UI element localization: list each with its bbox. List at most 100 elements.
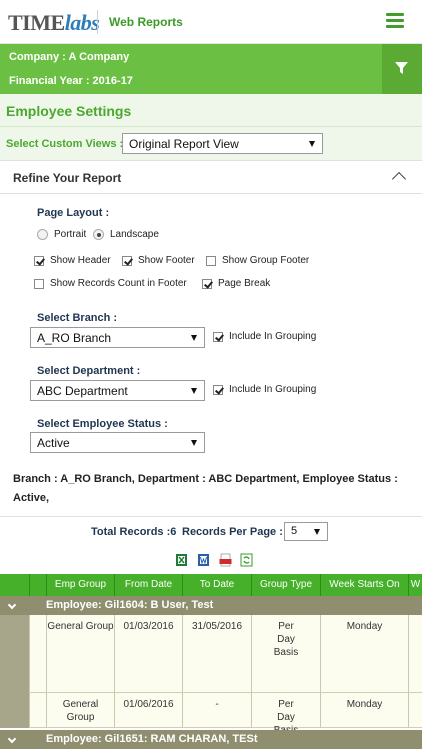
table-cell [408,693,422,727]
logo-text-time: TIME [8,10,65,35]
group-row[interactable]: Employee: Gil1604: B User, Test [0,596,422,615]
table-row[interactable]: General Group 01/06/2016 - Per Day Basis… [29,693,422,736]
column-header-blank [29,574,46,596]
landscape-label: Landscape [110,229,159,240]
branch-grouping-label: Include In Grouping [229,331,317,342]
custom-views-select[interactable]: Original Report View [122,133,323,154]
settings-title: Employee Settings [6,103,132,119]
chevron-up-icon[interactable] [391,171,407,187]
show-group-footer-option[interactable]: Show Group Footer [206,255,309,266]
custom-views-value: Original Report View [129,137,239,151]
branch-grouping-option[interactable]: Include In Grouping [213,331,316,342]
group-title: Employee: Gil1604: B User, Test [46,599,214,611]
table-cell: Per Day Basis [251,693,320,736]
show-header-checkbox[interactable] [34,255,44,266]
records-per-page-select[interactable]: 5 [284,522,328,541]
filter-button[interactable] [382,44,422,94]
records-per-page-value: 5 [291,525,298,537]
excel-icon[interactable] [175,553,188,567]
table-cell: 01/03/2016 [114,615,182,692]
show-header-label: Show Header [50,255,111,266]
table-cell: General Group [46,615,114,692]
custom-views-label: Select Custom Views : [6,138,124,150]
table-header: Emp Group From Date To Date Group Type W… [0,574,422,596]
chevron-down-icon [191,440,197,446]
radio-landscape[interactable] [93,229,104,240]
total-records: Total Records :6 [91,526,177,538]
column-header-week-starts-on[interactable]: Week Starts On [320,574,408,596]
page-break-label: Page Break [218,278,271,289]
table-cell: 01/06/2016 [114,693,182,727]
top-bar: TIMElabs Web Reports [0,0,422,44]
divider [0,516,422,517]
word-icon[interactable] [197,553,210,567]
table-cell: - [182,693,251,727]
show-header-option[interactable]: Show Header [34,255,111,266]
show-records-count-label: Show Records Count in Footer [50,278,187,289]
show-records-count-checkbox[interactable] [34,278,44,289]
portrait-label: Portrait [54,229,87,240]
records-per-page-label: Records Per Page : [182,526,283,538]
column-header-to-date[interactable]: To Date [182,574,251,596]
chevron-down-icon [309,141,315,147]
column-header-from-date[interactable]: From Date [114,574,182,596]
group-indent-strip [0,615,29,728]
table-cell: Per Day Basis [251,615,320,692]
timelabs-logo: TIMElabs [8,10,100,36]
table-cell: Monday [320,615,408,692]
table-row[interactable]: General Group 01/03/2016 31/05/2016 Per … [29,615,422,693]
page-break-option[interactable]: Page Break [202,278,270,289]
table-cell [29,693,46,727]
table-cell: General Group [46,693,114,727]
financial-year: Financial Year : 2016-17 [9,75,133,87]
branch-label: Select Branch : [37,312,118,324]
branch-value: A_RO Branch [37,331,112,345]
employee-status-label: Select Employee Status : [37,418,168,430]
column-header-emp-group[interactable]: Emp Group [46,574,114,596]
page-layout-label: Page Layout : [37,207,110,219]
logo-divider [97,10,98,34]
employee-status-value: Active [37,436,70,450]
divider [0,126,422,127]
column-header-group-type[interactable]: Group Type [251,574,320,596]
department-grouping-option[interactable]: Include In Grouping [213,384,316,395]
chevron-down-icon [191,388,197,394]
show-footer-option[interactable]: Show Footer [122,255,195,266]
employee-status-select[interactable]: Active [30,432,205,453]
table-cell [29,615,46,692]
show-group-footer-checkbox[interactable] [206,255,216,266]
refine-title: Refine Your Report [13,171,122,185]
department-label: Select Department : [37,365,141,377]
filter-summary: Branch : A_RO Branch, Department : ABC D… [13,473,398,504]
department-grouping-checkbox[interactable] [213,384,223,395]
radio-portrait[interactable] [37,229,48,240]
table-cell [408,615,422,692]
refine-bar[interactable]: Refine Your Report [0,160,422,194]
show-group-footer-label: Show Group Footer [222,255,310,266]
department-select[interactable]: ABC Department [30,380,205,401]
company-name: Company : A Company [9,51,130,63]
chevron-down-icon[interactable] [7,600,17,610]
show-footer-checkbox[interactable] [122,255,132,266]
show-records-count-option[interactable]: Show Records Count in Footer [34,278,187,289]
chevron-down-icon [314,529,320,535]
filter-icon [395,62,408,74]
column-header-w[interactable]: W [408,574,422,596]
app-title: Web Reports [109,15,183,29]
department-value: ABC Department [37,384,128,398]
landscape-radio[interactable]: Landscape [93,229,159,240]
portrait-radio[interactable]: Portrait [37,229,86,240]
branch-select[interactable]: A_RO Branch [30,327,205,348]
refresh-icon[interactable] [240,553,253,567]
pdf-icon[interactable] [219,553,232,567]
group-row[interactable]: Employee: Gil1651: RAM CHARAN, TESt [0,730,422,749]
hamburger-icon[interactable] [386,13,404,29]
table-cell: 31/05/2016 [182,615,251,692]
group-title: Employee: Gil1651: RAM CHARAN, TESt [46,733,258,745]
chevron-down-icon[interactable] [7,734,17,744]
chevron-down-icon [191,335,197,341]
logo-text-labs: labs [64,10,100,35]
page-break-checkbox[interactable] [202,278,212,289]
branch-grouping-checkbox[interactable] [213,331,223,342]
table-cell: Monday [320,693,408,727]
